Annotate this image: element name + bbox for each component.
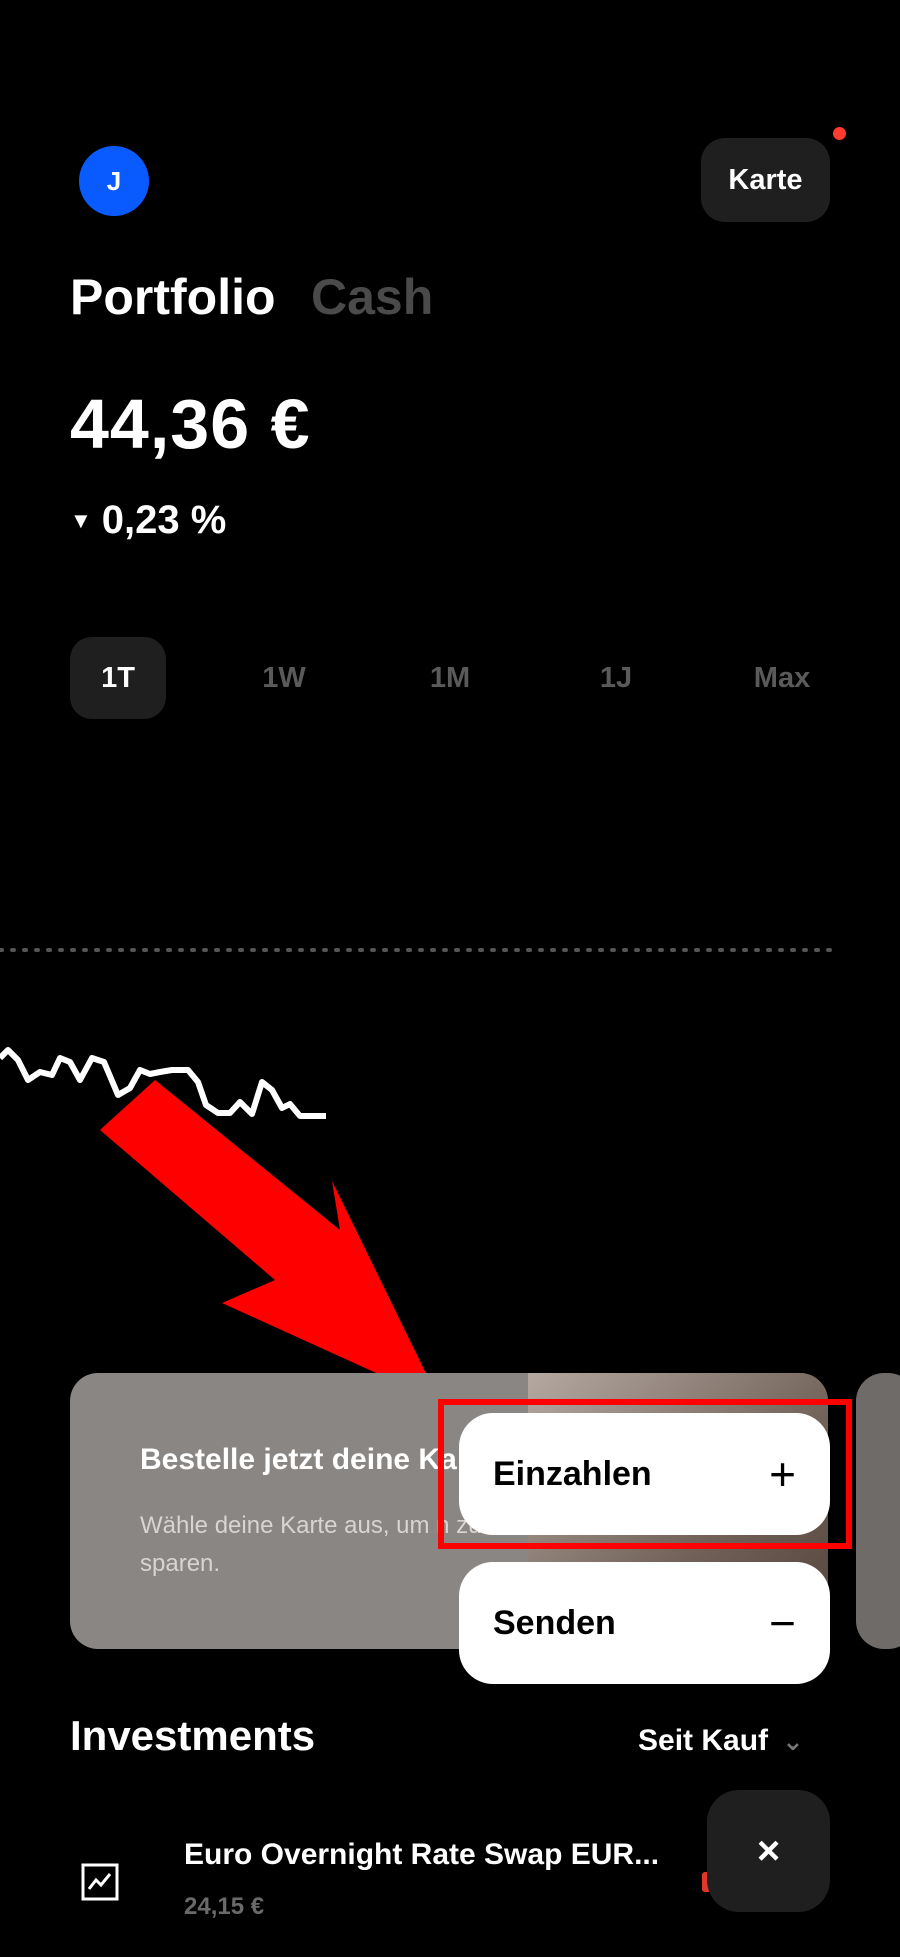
time-range-selector: 1T 1W 1M 1J Max xyxy=(70,637,830,719)
asset-value: 24,15 € xyxy=(184,1893,265,1920)
send-button[interactable]: Senden − xyxy=(459,1562,830,1684)
range-1w[interactable]: 1W xyxy=(236,637,332,719)
annotation-arrow xyxy=(100,1080,440,1402)
range-1t[interactable]: 1T xyxy=(70,637,166,719)
close-button[interactable]: × xyxy=(707,1790,830,1912)
portfolio-change: ▼ 0,23 % xyxy=(70,498,226,543)
avatar[interactable]: J xyxy=(79,146,149,216)
change-value: 0,23 % xyxy=(101,498,227,542)
tab-cash[interactable]: Cash xyxy=(311,268,433,326)
sort-dropdown[interactable]: Seit Kauf ⌄ xyxy=(638,1724,804,1758)
annotation-highlight-box xyxy=(438,1399,852,1549)
send-label: Senden xyxy=(493,1603,616,1642)
next-promo-card[interactable] xyxy=(856,1373,900,1649)
promo-title: Bestelle jetzt deine Ka xyxy=(140,1443,457,1476)
range-max[interactable]: Max xyxy=(734,637,830,719)
range-1j[interactable]: 1J xyxy=(568,637,664,719)
minus-icon: − xyxy=(769,1597,796,1649)
card-button[interactable]: Karte xyxy=(701,138,830,222)
tab-portfolio[interactable]: Portfolio xyxy=(70,268,276,326)
notification-dot xyxy=(833,127,846,140)
investments-title: Investments xyxy=(70,1712,316,1759)
chevron-down-icon: ⌄ xyxy=(782,1725,804,1756)
down-triangle-icon: ▼ xyxy=(70,507,92,533)
chart-icon xyxy=(81,1863,119,1901)
asset-name[interactable]: Euro Overnight Rate Swap EUR... xyxy=(184,1838,659,1872)
range-1m[interactable]: 1M xyxy=(402,637,498,719)
portfolio-balance: 44,36 € xyxy=(70,385,311,463)
sort-label: Seit Kauf xyxy=(638,1724,769,1757)
